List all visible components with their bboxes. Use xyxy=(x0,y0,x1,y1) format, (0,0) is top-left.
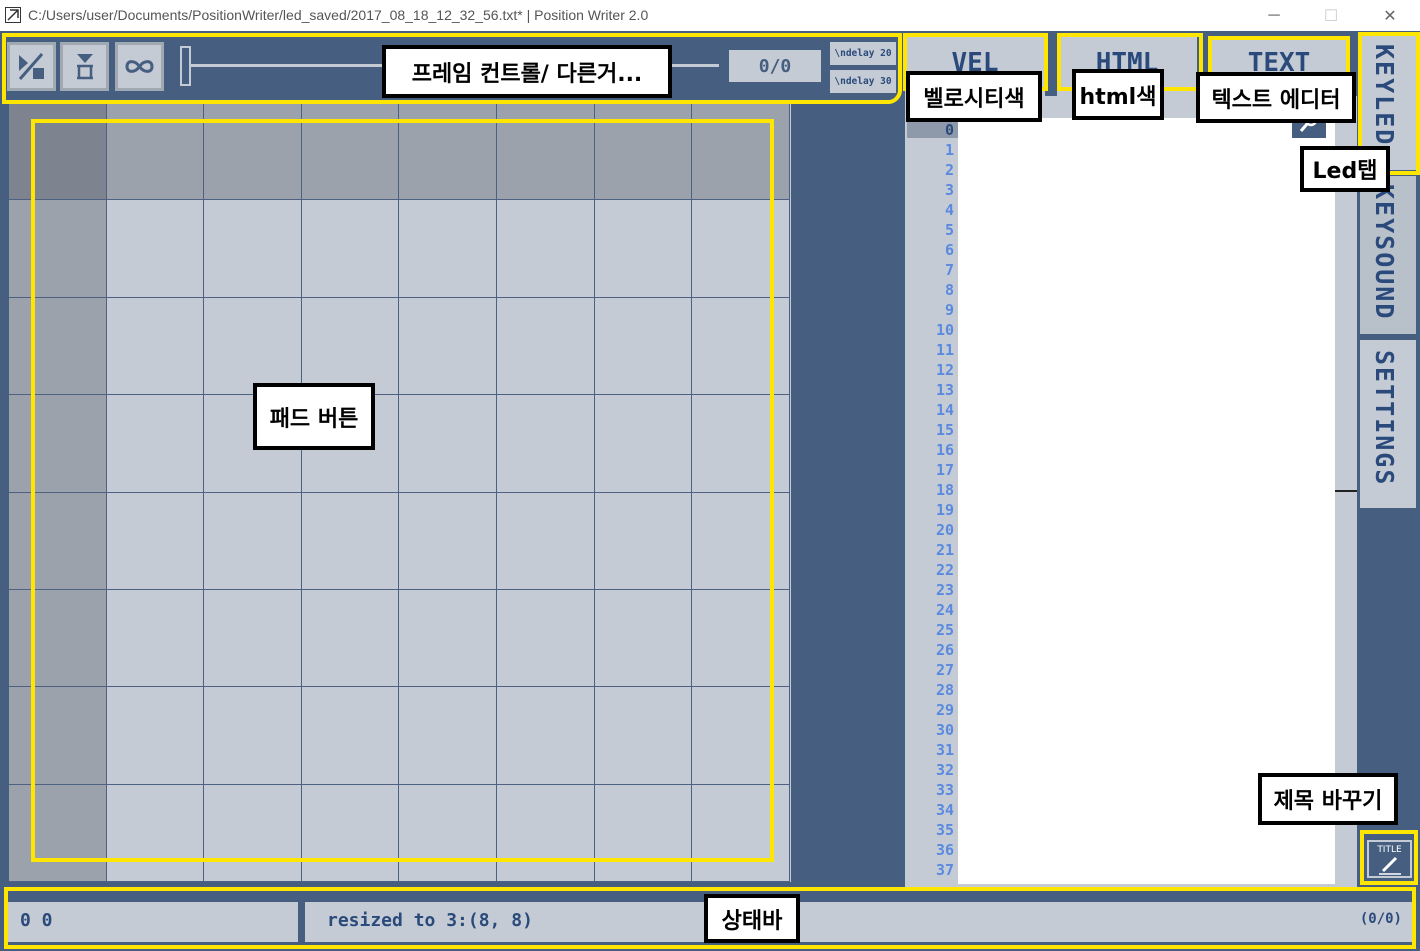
tab-keysound[interactable]: KEYSOUND xyxy=(1360,176,1416,334)
tab-settings-label: SETTINGS xyxy=(1370,350,1399,487)
line-number: 5 xyxy=(944,221,954,239)
annotation-velocity-color: 벨로시티색 xyxy=(906,71,1042,122)
line-number: 30 xyxy=(935,721,954,739)
line-number: 9 xyxy=(944,301,954,319)
line-number: 12 xyxy=(935,361,954,379)
annotation-led-tab: Led탭 xyxy=(1300,146,1390,192)
line-number: 13 xyxy=(935,381,954,399)
scrollbar-marker[interactable] xyxy=(1335,490,1357,492)
line-number: 23 xyxy=(935,581,954,599)
annotation-status-bar: 상태바 xyxy=(704,894,800,943)
line-number: 28 xyxy=(935,681,954,699)
line-number: 33 xyxy=(935,781,954,799)
line-number: 3 xyxy=(944,181,954,199)
annotation-text-editor: 텍스트 에디터 xyxy=(1196,72,1356,123)
line-number: 11 xyxy=(935,341,954,359)
pad-area-outline xyxy=(31,119,774,862)
line-number: 24 xyxy=(935,601,954,619)
line-number: 4 xyxy=(944,201,954,219)
line-number: 15 xyxy=(935,421,954,439)
annotation-html-color: html색 xyxy=(1072,69,1164,120)
annotation-change-title: 제목 바꾸기 xyxy=(1258,773,1398,825)
line-number: 18 xyxy=(935,481,954,499)
line-number: 31 xyxy=(935,741,954,759)
text-editor-area[interactable] xyxy=(958,118,1335,884)
line-number: 7 xyxy=(944,261,954,279)
line-number: 2 xyxy=(944,161,954,179)
line-number: 0 xyxy=(944,121,954,139)
line-number: 14 xyxy=(935,401,954,419)
line-number: 36 xyxy=(935,841,954,859)
line-number: 16 xyxy=(935,441,954,459)
annotation-frame-control: 프레임 컨트롤/ 다른거... xyxy=(382,45,672,98)
editor-scrollbar[interactable] xyxy=(1337,118,1351,884)
tab-settings[interactable]: SETTINGS xyxy=(1360,340,1416,508)
line-number: 34 xyxy=(935,801,954,819)
line-number: 27 xyxy=(935,661,954,679)
tab-keysound-label: KEYSOUND xyxy=(1370,184,1399,321)
maximize-button[interactable]: ☐ xyxy=(1311,0,1351,31)
line-number: 1 xyxy=(944,141,954,159)
window-title: C:/Users/user/Documents/PositionWriter/l… xyxy=(28,7,649,23)
line-number: 6 xyxy=(944,241,954,259)
line-number: 19 xyxy=(935,501,954,519)
annotation-pad-buttons: 패드 버튼 xyxy=(253,383,375,450)
line-number: 21 xyxy=(935,541,954,559)
line-number: 26 xyxy=(935,641,954,659)
line-number: 10 xyxy=(935,321,954,339)
line-number: 29 xyxy=(935,701,954,719)
line-number: 32 xyxy=(935,761,954,779)
line-numbers: 0 1 2 3 4 5 6 7 8 9 10 11 12 13 14 15 16 17 18 19 20 21 22 23 24… xyxy=(907,0,958,951)
minimize-button[interactable]: ─ xyxy=(1254,0,1294,31)
line-number: 8 xyxy=(944,281,954,299)
title-button-outline xyxy=(1360,830,1418,885)
line-number: 37 xyxy=(935,861,954,879)
line-number: 35 xyxy=(935,821,954,839)
line-number: 20 xyxy=(935,521,954,539)
app-icon xyxy=(5,7,21,23)
line-number: 25 xyxy=(935,621,954,639)
line-number: 22 xyxy=(935,561,954,579)
close-button[interactable]: ✕ xyxy=(1370,0,1410,31)
line-number: 17 xyxy=(935,461,954,479)
